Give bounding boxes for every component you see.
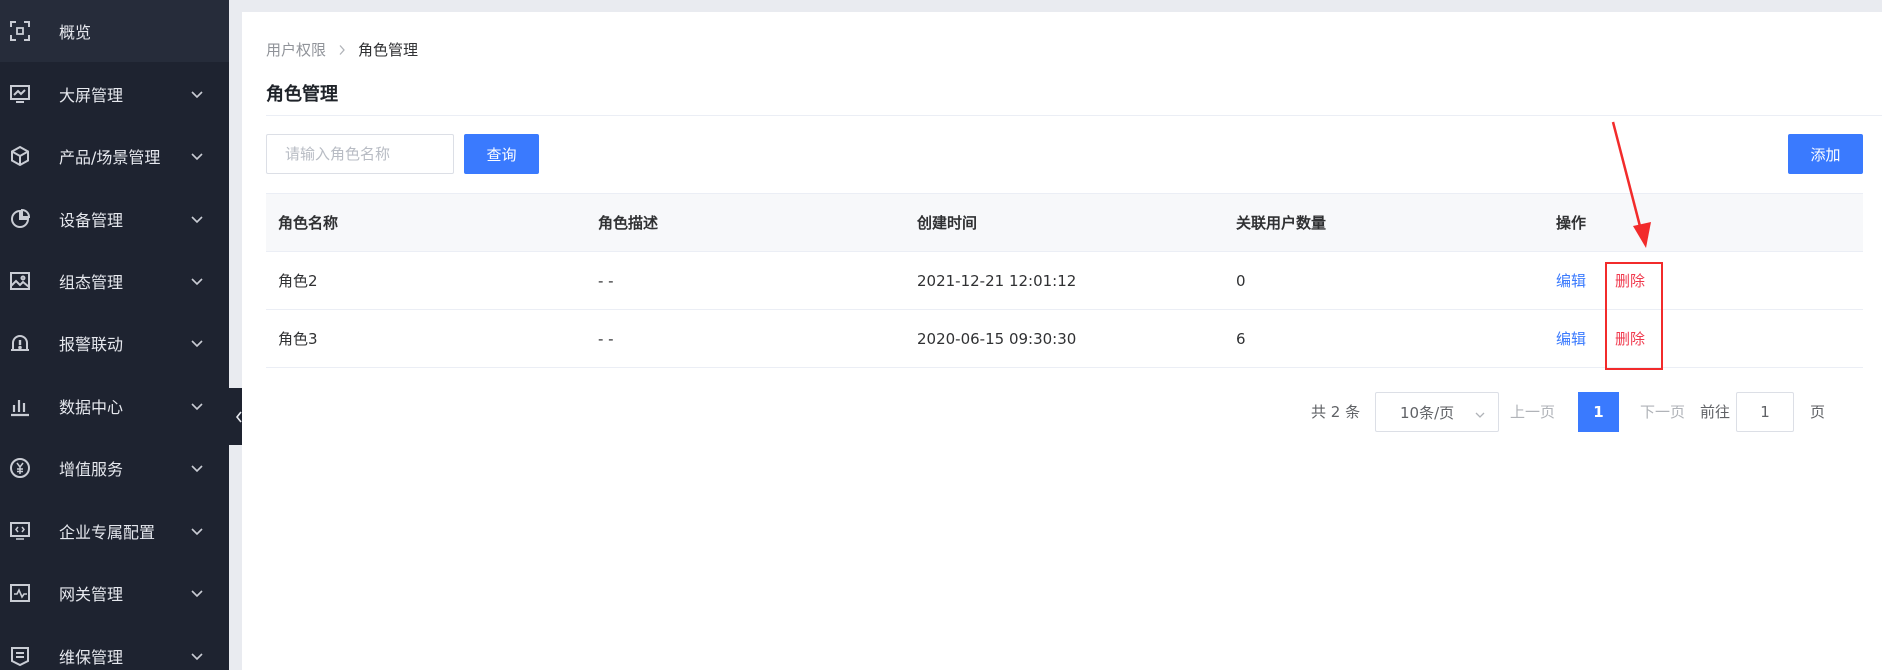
sidebar-item-product-scene[interactable]: 产品/场景管理	[0, 125, 229, 187]
cell-description: - -	[598, 330, 614, 348]
sidebar-item-label: 大屏管理	[59, 86, 124, 105]
goto-label: 前往	[1700, 403, 1731, 421]
chevron-down-icon	[190, 87, 204, 101]
page-number-current[interactable]: 1	[1578, 392, 1619, 432]
image-icon	[9, 270, 31, 292]
sidebar-item-screen-management[interactable]: 大屏管理	[0, 63, 229, 125]
page-unit-label: 页	[1810, 403, 1826, 421]
column-header-description: 角色描述	[598, 214, 659, 232]
cell-user-count: 0	[1236, 272, 1246, 290]
pagination-total: 共 2 条	[1311, 403, 1361, 421]
sidebar-item-label: 增值服务	[59, 460, 124, 479]
column-header-created-time: 创建时间	[917, 214, 978, 232]
sidebar-item-data-center[interactable]: 数据中心	[0, 375, 229, 437]
sidebar-item-label: 产品/场景管理	[59, 148, 161, 167]
cell-role-name: 角色3	[278, 330, 318, 348]
chevron-down-icon	[190, 461, 204, 475]
sidebar-item-overview[interactable]: 概览	[0, 0, 229, 62]
goto-page-input[interactable]	[1736, 392, 1794, 432]
chevron-down-icon	[190, 212, 204, 226]
chevron-down-icon	[190, 274, 204, 288]
page-size-value: 10条/页	[1400, 403, 1455, 422]
gateway-icon	[9, 582, 31, 604]
cell-role-name: 角色2	[278, 272, 318, 290]
sidebar-item-value-added[interactable]: 增值服务	[0, 437, 229, 499]
sidebar-item-configuration[interactable]: 组态管理	[0, 250, 229, 312]
column-header-role-name: 角色名称	[278, 214, 339, 232]
scan-icon	[9, 20, 31, 42]
prev-page-button[interactable]: 上一页	[1510, 392, 1555, 432]
sidebar-item-label: 网关管理	[59, 585, 124, 604]
maintenance-icon	[9, 645, 31, 667]
code-screen-icon	[9, 520, 31, 542]
cell-user-count: 6	[1236, 330, 1246, 348]
top-strip	[229, 0, 1882, 12]
query-button[interactable]: 查询	[464, 134, 539, 174]
cube-icon	[9, 145, 31, 167]
breadcrumb-item-user-permissions[interactable]: 用户权限	[266, 39, 326, 60]
monitor-icon	[9, 83, 31, 105]
annotation-arrow	[1611, 121, 1651, 248]
chevron-down-icon	[190, 399, 204, 413]
cell-created-time: 2020-06-15 09:30:30	[917, 330, 1077, 348]
annotation-highlight-box	[1605, 262, 1663, 370]
add-role-button[interactable]: 添加	[1788, 134, 1863, 174]
page-title: 角色管理	[266, 84, 338, 105]
yen-icon	[9, 457, 31, 479]
sidebar-item-label: 数据中心	[59, 398, 124, 417]
column-header-user-count: 关联用户数量	[1236, 214, 1327, 232]
chevron-down-icon	[190, 149, 204, 163]
chevron-down-icon	[190, 336, 204, 350]
column-header-actions: 操作	[1556, 214, 1587, 232]
alarm-icon	[9, 332, 31, 354]
chevron-down-icon	[190, 649, 204, 663]
sidebar-item-label: 设备管理	[59, 211, 124, 230]
sidebar-item-label: 组态管理	[59, 273, 124, 292]
cell-created-time: 2021-12-21 12:01:12	[917, 272, 1077, 290]
sidebar-item-enterprise-config[interactable]: 企业专属配置	[0, 500, 229, 562]
sidebar-item-label: 概览	[59, 23, 92, 42]
cell-description: - -	[598, 272, 614, 290]
edit-link[interactable]: 编辑	[1556, 310, 1586, 368]
page-size-select[interactable]: 10条/页	[1375, 392, 1499, 432]
sidebar-item-label: 维保管理	[59, 648, 124, 667]
bar-chart-icon	[9, 395, 31, 417]
sidebar-item-alarm[interactable]: 报警联动	[0, 312, 229, 374]
sidebar-item-label: 报警联动	[59, 335, 124, 354]
chevron-down-icon	[1474, 407, 1486, 419]
sidebar-item-label: 企业专属配置	[59, 523, 156, 542]
breadcrumb-item-role-management: 角色管理	[358, 41, 419, 59]
edit-link[interactable]: 编辑	[1556, 252, 1586, 310]
sidebar: 概览 大屏管理 产品/场景管理 设备管理 组态管理 报警联动 数据中心 增值服务…	[0, 0, 229, 670]
chevron-down-icon	[190, 524, 204, 538]
chevron-down-icon	[190, 586, 204, 600]
sidebar-item-maintenance[interactable]: 维保管理	[0, 625, 229, 670]
sidebar-item-gateway[interactable]: 网关管理	[0, 562, 229, 624]
next-page-button[interactable]: 下一页	[1640, 392, 1685, 432]
breadcrumb: 用户权限 角色管理	[266, 39, 418, 60]
sidebar-item-device[interactable]: 设备管理	[0, 188, 229, 250]
pie-chart-icon	[9, 208, 31, 230]
divider	[266, 115, 1882, 116]
chevron-right-icon	[338, 44, 346, 56]
role-name-search-input[interactable]	[266, 134, 454, 174]
